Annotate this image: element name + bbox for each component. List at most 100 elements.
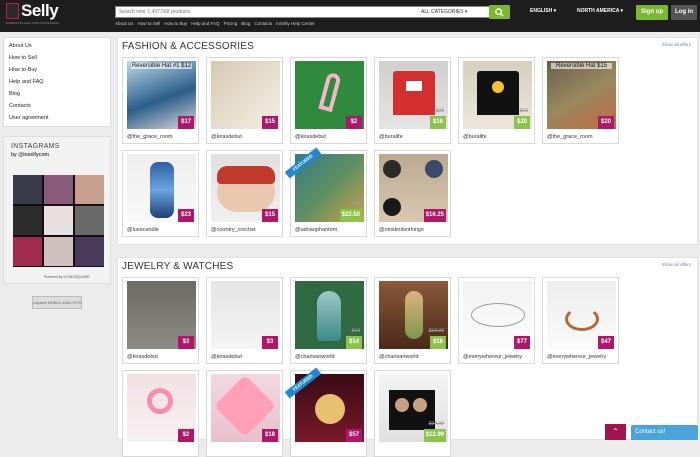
search-icon — [495, 8, 504, 17]
product-price: $16.25 — [423, 209, 446, 222]
search-box: ALL CATEGORIES ▾ — [115, 6, 490, 18]
product-card[interactable]: $15 @kirasdebut — [206, 57, 283, 144]
region-label: NORTH AMERICA — [577, 8, 620, 14]
signup-button[interactable]: Sign up — [636, 5, 668, 20]
seller-username[interactable]: @luxecandle — [127, 227, 159, 233]
product-card[interactable]: $77 @everywhereur_jewelry — [458, 277, 535, 364]
product-card[interactable]: $23 @luxecandle — [122, 150, 199, 237]
seller-username[interactable]: @buralife — [379, 134, 403, 140]
subnav-link[interactable]: Help and FAQ — [191, 21, 219, 26]
seller-username[interactable]: @adrianphantom — [295, 227, 337, 233]
sidebar-item[interactable]: How to Buy — [4, 64, 110, 76]
subnav-link[interactable]: How to Sell — [138, 21, 161, 26]
subnav-link[interactable]: How to Buy — [164, 21, 187, 26]
seller-username[interactable]: @buralife — [463, 134, 487, 140]
seller-username[interactable]: @everywhereur_jewelry — [547, 354, 606, 360]
instagram-thumbnail[interactable] — [13, 206, 42, 235]
subnav-link[interactable]: Contacts — [254, 21, 272, 26]
seller-username[interactable]: @the_grace_room — [127, 134, 173, 140]
region-select[interactable]: NORTH AMERICA ▾ — [577, 8, 623, 14]
instagram-widget-title: INSTAGRAMS — [11, 143, 60, 150]
instagram-thumbnail[interactable] — [75, 237, 104, 266]
back-to-top-button[interactable]: ⌃ — [605, 424, 626, 440]
seller-username[interactable]: @kirasdebut — [295, 134, 326, 140]
instagram-thumbnail[interactable] — [13, 175, 42, 204]
product-card[interactable]: FEATURED $57 — [284, 367, 367, 457]
sidebar-item[interactable]: Help and FAQ — [4, 76, 110, 88]
product-price: $2 — [346, 116, 362, 129]
instagram-thumbnail[interactable] — [13, 237, 42, 266]
product-old-price: $23 — [435, 108, 444, 114]
logo-box-icon — [6, 3, 19, 19]
product-price: $17 — [178, 116, 194, 129]
sidebar-item[interactable]: Blog — [4, 88, 110, 100]
subnav-link[interactable]: InSelly Help Center — [276, 21, 315, 26]
product-card[interactable]: $18 $14 @chanvanworld — [290, 277, 367, 364]
section-jewelry: JEWELRY & WATCHES Show all offers $3 @kir… — [117, 257, 698, 457]
product-old-price: $28 — [351, 201, 360, 207]
search-button[interactable] — [489, 5, 510, 19]
login-button[interactable]: Log in — [671, 5, 697, 20]
product-card[interactable]: $47 @everywhereur_jewelry — [542, 277, 619, 364]
product-price: $57 — [346, 429, 362, 442]
product-card[interactable]: $23 $16 @buralife — [374, 57, 451, 144]
product-card[interactable]: Reversible Hat $15 $20 @the_grace_room — [542, 57, 619, 144]
contact-us-button[interactable]: Contact us! — [631, 425, 698, 440]
search-input[interactable] — [119, 7, 414, 17]
sidebar-item[interactable]: How to Sell — [4, 52, 110, 64]
show-all-offers-link[interactable]: Show all offers — [662, 262, 691, 267]
seller-username[interactable]: @kirasdebut — [127, 354, 158, 360]
seller-username[interactable]: @everywhereur_jewelry — [463, 354, 522, 360]
instagram-thumbnail[interactable] — [44, 237, 73, 266]
seller-username[interactable]: @kirasdebut — [211, 354, 242, 360]
subnav-link[interactable]: Pricing — [224, 21, 238, 26]
product-price: $20 — [598, 116, 614, 129]
chevron-down-icon: ▾ — [553, 8, 557, 14]
product-card[interactable]: $15 @country_crochet — [206, 150, 283, 237]
product-card[interactable]: $14.99 $12.99 — [374, 370, 451, 457]
subnav-link[interactable]: Blog — [241, 21, 250, 26]
powered-by-text: Powered by ICONOSQUARE — [44, 275, 90, 279]
language-select[interactable]: ENGLISH ▾ — [530, 8, 556, 14]
instagram-handle[interactable]: by @insellycom — [11, 152, 49, 158]
product-card[interactable]: $2 @kirasdebut — [290, 57, 367, 144]
seller-username[interactable]: @chanvanworld — [379, 354, 419, 360]
subnav-link[interactable]: About Us — [115, 21, 134, 26]
seller-username[interactable]: @the_grace_room — [547, 134, 593, 140]
sub-navigation: About Us How to Sell How to Buy Help and FA… — [115, 21, 319, 29]
product-card[interactable]: $3 @kirasdebut — [122, 277, 199, 364]
mixpanel-badge[interactable]: mixpanel MOBILE ANALYTICS — [32, 296, 82, 309]
chevron-down-icon: ▾ — [464, 9, 468, 15]
show-all-offers-link[interactable]: Show all offers — [662, 42, 691, 47]
chevron-down-icon: ▾ — [620, 8, 624, 14]
seller-username[interactable]: @kirasdebut — [211, 134, 242, 140]
product-price: $16 — [430, 116, 446, 129]
sidebar-item[interactable]: About Us — [4, 40, 110, 52]
product-card[interactable]: $3 @kirasdebut — [206, 277, 283, 364]
sidebar-item[interactable]: Contacts — [4, 100, 110, 112]
seller-username[interactable]: @chanvanworld — [295, 354, 335, 360]
instagram-thumbnail[interactable] — [75, 175, 104, 204]
instagram-thumbnail[interactable] — [44, 175, 73, 204]
product-card[interactable]: $16.25 @oinsknitsnthings — [374, 150, 451, 237]
category-select[interactable]: ALL CATEGORIES ▾ — [421, 9, 467, 15]
product-card[interactable]: $23 $20 @buralife — [458, 57, 535, 144]
logo[interactable]: Selly MARKETPLACE FOR INSTAGRAM — [6, 1, 76, 27]
seller-username[interactable]: @country_crochet — [211, 227, 256, 233]
instagram-thumbnail[interactable] — [75, 206, 104, 235]
chevron-up-icon: ⌃ — [612, 427, 619, 436]
product-card[interactable]: $18 — [206, 370, 283, 457]
instagram-thumbnail[interactable] — [44, 206, 73, 235]
seller-username[interactable]: @oinsknitsnthings — [379, 227, 424, 233]
category-select-label: ALL CATEGORIES — [421, 9, 464, 15]
product-card[interactable]: Reversible Hat #1 $12 $17 @the_grace_room — [122, 57, 199, 144]
product-card[interactable]: $19.99 $16 @chanvanworld — [374, 277, 451, 364]
product-card[interactable]: $2 — [122, 370, 199, 457]
product-price: $22.50 — [339, 209, 362, 222]
product-price: $3 — [178, 336, 194, 349]
product-price: $15 — [262, 116, 278, 129]
instagram-photo-grid[interactable] — [13, 175, 104, 267]
product-card[interactable]: FEATURED $28 $22.50 @adrianphantom — [284, 147, 367, 237]
product-price: $77 — [514, 336, 530, 349]
sidebar-item[interactable]: User agreement — [4, 112, 110, 124]
